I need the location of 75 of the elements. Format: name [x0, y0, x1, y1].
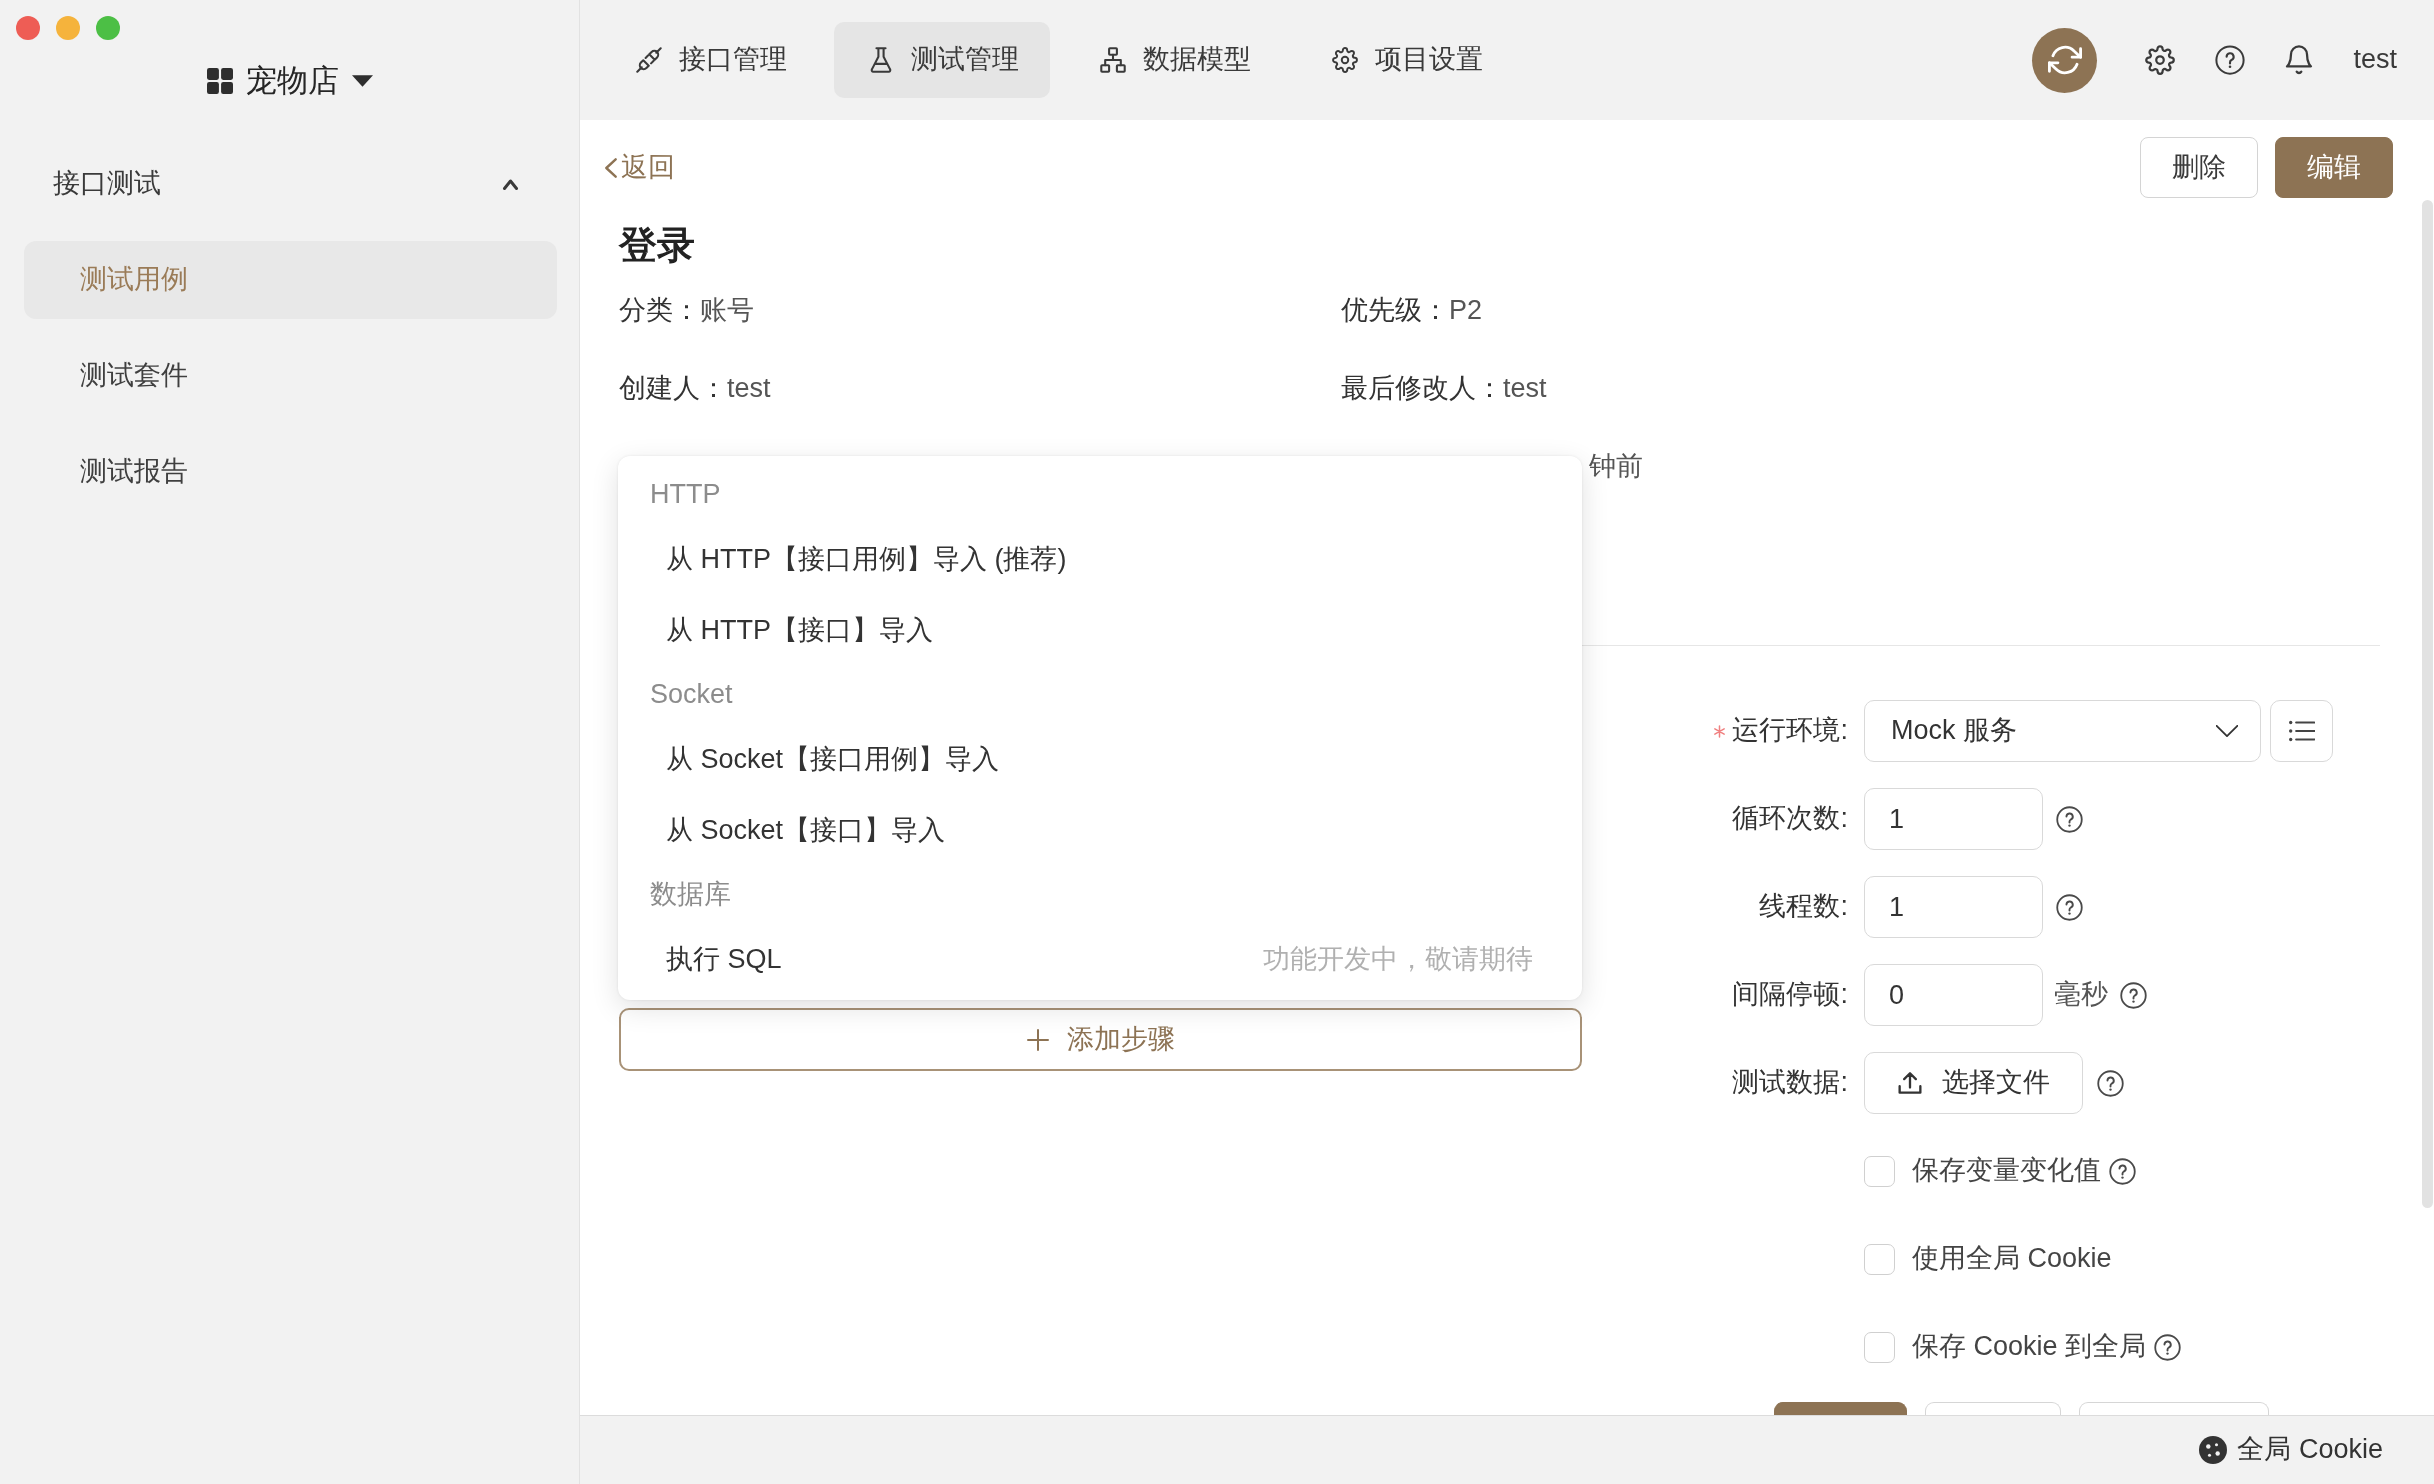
- field-label: 测试数据:: [1732, 1066, 1848, 1100]
- nav-tab[interactable]: 测试管理: [834, 22, 1050, 98]
- menu-group-title: 数据库: [650, 878, 731, 912]
- field-value: 钟前: [1589, 451, 1643, 481]
- checkbox-label[interactable]: 保存变量变化值: [1912, 1153, 2101, 1189]
- checkbox[interactable]: [1864, 1331, 1895, 1363]
- field-label: 分类：: [619, 294, 700, 327]
- field-label: 线程数:: [1759, 890, 1848, 924]
- global-cookie-button[interactable]: 全局 Cookie: [2199, 1432, 2383, 1468]
- menu-item[interactable]: 从 Socket【接口】导入: [618, 795, 1582, 866]
- user-name[interactable]: test: [2353, 42, 2397, 78]
- plug-icon: [636, 47, 662, 73]
- chevron-down-icon: [2216, 725, 2238, 737]
- bell-icon[interactable]: [2285, 45, 2314, 75]
- menu-item[interactable]: 执行 SQL 功能开发中，敬请期待: [618, 924, 1582, 995]
- checkbox-label[interactable]: 使用全局 Cookie: [1912, 1241, 2112, 1277]
- edit-button[interactable]: 编辑: [2275, 137, 2393, 198]
- checkbox[interactable]: [1864, 1155, 1895, 1187]
- page-title: 登录: [619, 223, 696, 268]
- select-field[interactable]: Mock 服务: [1864, 700, 2261, 762]
- list-button[interactable]: [2270, 700, 2333, 762]
- cookie-icon: [2199, 1436, 2228, 1464]
- help-icon[interactable]: [2215, 45, 2246, 75]
- sidebar-item[interactable]: 测试套件: [24, 337, 557, 415]
- refresh-icon: [2047, 45, 2082, 75]
- field-label: 优先级：: [1341, 294, 1449, 327]
- field-label: 运行环境:: [1732, 714, 1848, 748]
- help-icon[interactable]: [2109, 1157, 2136, 1185]
- field-value: test: [1503, 372, 1547, 405]
- menu-group-title: HTTP: [650, 478, 721, 512]
- chevron-left-icon: [605, 156, 617, 179]
- field-label: 循环次数:: [1732, 802, 1848, 836]
- number-input[interactable]: 1: [1864, 788, 2043, 850]
- field-value: P2: [1449, 294, 1483, 327]
- grid-icon: [206, 68, 233, 94]
- back-link[interactable]: 返回: [605, 149, 675, 186]
- window-close-button[interactable]: [16, 16, 40, 40]
- field-value: 账号: [700, 294, 754, 327]
- help-icon[interactable]: [2120, 981, 2147, 1009]
- scrollbar[interactable]: [2422, 200, 2433, 1208]
- upload-icon: [1897, 1072, 1922, 1094]
- caret-down-icon: [351, 75, 373, 87]
- help-icon[interactable]: [2056, 805, 2083, 833]
- nav-tab[interactable]: 项目设置: [1298, 22, 1514, 98]
- settings-icon[interactable]: [2145, 45, 2176, 75]
- menu-item[interactable]: 从 HTTP【接口用例】导入 (推荐): [618, 524, 1582, 595]
- help-icon[interactable]: [2097, 1069, 2124, 1097]
- flask-icon: [868, 47, 894, 73]
- upload-button[interactable]: 选择文件: [1864, 1052, 2083, 1114]
- help-icon[interactable]: [2154, 1333, 2182, 1361]
- settings-icon: [1332, 47, 1358, 73]
- nav-tab[interactable]: 接口管理: [602, 22, 818, 98]
- hierarchy-icon: [1100, 47, 1126, 73]
- number-input[interactable]: 1: [1864, 876, 2043, 938]
- nav-tab[interactable]: 数据模型: [1066, 22, 1282, 98]
- add-step-button[interactable]: 添加步骤: [619, 1008, 1582, 1071]
- menu-group-header[interactable]: 接口测试: [0, 154, 579, 214]
- menu-item[interactable]: 从 Socket【接口用例】导入: [618, 724, 1582, 795]
- unit-label: 毫秒: [2054, 978, 2108, 1012]
- menu-item[interactable]: 从 HTTP【接口】导入: [618, 595, 1582, 666]
- plus-icon: [1026, 1028, 1049, 1051]
- field-value: test: [727, 372, 771, 405]
- project-switcher[interactable]: 宠物店: [206, 61, 373, 101]
- menu-item-note: 功能开发中，敬请期待: [1263, 942, 1533, 976]
- field-label: 间隔停顿:: [1732, 978, 1848, 1012]
- number-input[interactable]: 0: [1864, 964, 2043, 1026]
- help-icon[interactable]: [2056, 893, 2083, 921]
- list-icon: [2288, 720, 2315, 742]
- delete-button[interactable]: 删除: [2140, 137, 2258, 198]
- checkbox[interactable]: [1864, 1243, 1895, 1275]
- field-label: 创建人：: [619, 372, 727, 405]
- checkbox-label[interactable]: 保存 Cookie 到全局: [1912, 1329, 2147, 1365]
- menu-group-title: Socket: [650, 678, 733, 712]
- field-label: 最后修改人：: [1341, 372, 1503, 405]
- sidebar-item[interactable]: 测试报告: [24, 433, 557, 511]
